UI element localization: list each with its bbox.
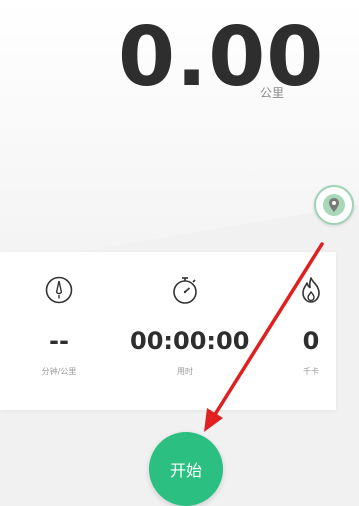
distance-unit: 公里 bbox=[260, 86, 285, 100]
pace-value: -- bbox=[49, 327, 69, 355]
stats-card: -- 分钟/公里 00:00:00 用时 0 千卡 bbox=[0, 252, 336, 410]
distance-value: 0.00 bbox=[118, 10, 325, 105]
duration-value: 00:00:00 bbox=[130, 327, 250, 355]
flame-icon bbox=[256, 274, 359, 306]
duration-label: 用时 bbox=[177, 367, 193, 376]
calories-stat: 0 千卡 bbox=[256, 274, 359, 377]
pace-label: 分钟/公里 bbox=[41, 367, 77, 376]
calories-value: 0 bbox=[302, 327, 320, 355]
stopwatch-icon bbox=[130, 274, 240, 306]
start-button-label: 开始 bbox=[169, 461, 202, 480]
calories-label: 千卡 bbox=[303, 367, 319, 376]
start-button[interactable]: 开始 bbox=[149, 432, 223, 506]
location-button[interactable] bbox=[314, 185, 354, 225]
duration-stat: 00:00:00 用时 bbox=[130, 274, 250, 377]
map-pin-icon bbox=[323, 194, 345, 216]
speedometer-icon bbox=[4, 274, 114, 306]
pace-stat: -- 分钟/公里 bbox=[4, 274, 114, 377]
